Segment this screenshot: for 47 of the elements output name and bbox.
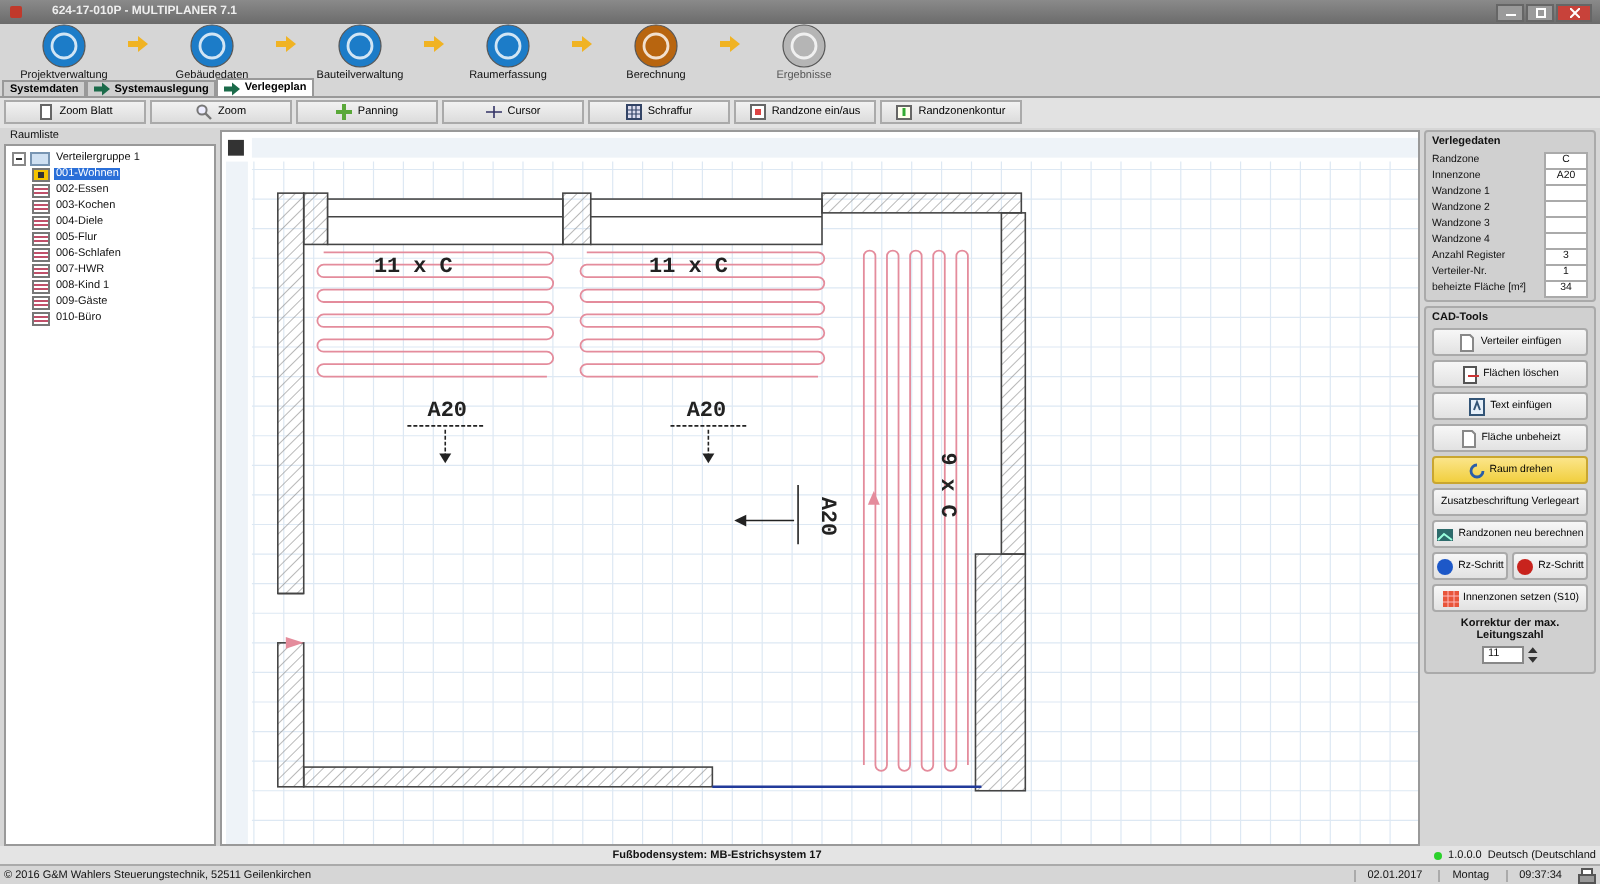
close-button[interactable] bbox=[1556, 3, 1592, 21]
loop-label: 11 x C bbox=[373, 256, 453, 280]
flow-arrow bbox=[867, 490, 880, 505]
app-icon bbox=[8, 4, 24, 20]
zone-label: A20 bbox=[686, 400, 727, 424]
move-icon bbox=[335, 104, 352, 120]
status-dot-icon bbox=[1434, 851, 1443, 859]
frame-icon bbox=[749, 104, 766, 120]
close-icon bbox=[1569, 7, 1579, 17]
zone-label: A20 bbox=[813, 497, 839, 537]
arrow-icon bbox=[128, 36, 148, 52]
arrow-icon bbox=[424, 36, 444, 52]
printer-icon bbox=[1578, 867, 1596, 883]
zone-label: A20 bbox=[427, 400, 467, 424]
image-icon bbox=[1436, 525, 1455, 543]
minimize-button[interactable] bbox=[1496, 3, 1524, 21]
page-icon bbox=[37, 104, 54, 120]
arrow-icon bbox=[720, 36, 740, 52]
arrow-icon bbox=[572, 36, 592, 52]
page-icon bbox=[1458, 333, 1477, 351]
maximize-button[interactable] bbox=[1526, 3, 1554, 21]
page-icon bbox=[1459, 429, 1478, 447]
arrow-icon bbox=[224, 81, 241, 95]
arrow-icon bbox=[276, 36, 296, 52]
loop-label: 9 x C bbox=[933, 452, 958, 518]
hatch-icon bbox=[625, 104, 642, 120]
delete-page-icon bbox=[1461, 365, 1480, 383]
zoom-icon bbox=[195, 104, 212, 120]
spinner-arrows-icon[interactable] bbox=[1528, 646, 1538, 664]
maximize-icon bbox=[1535, 7, 1545, 17]
ruler-corner bbox=[228, 139, 244, 156]
grid-icon bbox=[1441, 589, 1460, 607]
zone-arrow bbox=[669, 425, 748, 464]
crosshair-icon bbox=[485, 104, 502, 120]
drawing-canvas[interactable]: 11 x C 11 x C A20 A20 A20 9 x C bbox=[220, 130, 1420, 846]
group-icon bbox=[30, 150, 50, 166]
ball-icon bbox=[1516, 557, 1535, 575]
zone-arrow bbox=[734, 484, 799, 545]
arrow-icon bbox=[94, 82, 111, 96]
contour-icon bbox=[896, 104, 913, 120]
ball-icon bbox=[1436, 557, 1455, 575]
text-icon bbox=[1468, 397, 1487, 415]
collapse-icon[interactable] bbox=[12, 151, 26, 165]
loop-label: 11 x C bbox=[649, 256, 728, 280]
flow-arrow bbox=[285, 636, 304, 649]
zone-arrow bbox=[406, 425, 484, 464]
rotate-icon bbox=[1467, 461, 1486, 479]
